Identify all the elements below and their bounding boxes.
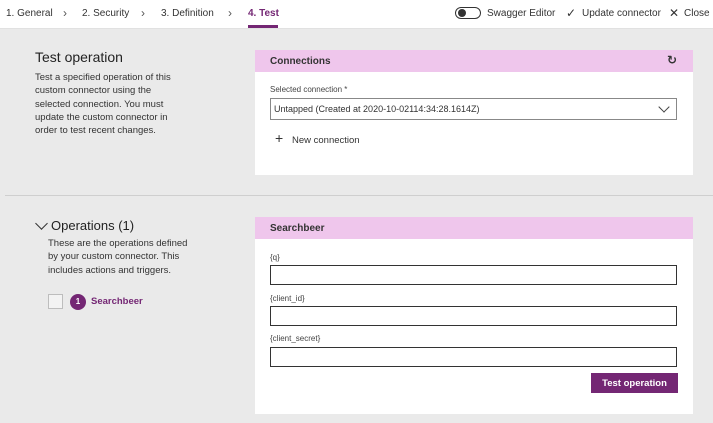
active-step-indicator xyxy=(248,25,278,28)
swagger-editor-toggle[interactable] xyxy=(455,7,481,19)
checkmark-icon: ✓ xyxy=(566,6,577,20)
connections-header: Connections ↻ xyxy=(255,50,693,72)
new-connection-button[interactable]: New connection xyxy=(292,135,360,146)
operation-searchbeer[interactable]: Searchbeer xyxy=(91,296,143,307)
field-label-q: {q} xyxy=(270,253,280,262)
selected-connection-dropdown[interactable]: Untapped (Created at 2020-10-02114:34:28… xyxy=(270,98,677,120)
step-definition[interactable]: 3. Definition xyxy=(161,8,214,19)
selected-connection-label: Selected connection * xyxy=(270,85,348,94)
operation-form-card: Searchbeer {q} {client_id} {client_secre… xyxy=(255,217,693,414)
operation-form-title: Searchbeer xyxy=(270,223,325,234)
test-operation-title: Test operation xyxy=(35,49,123,65)
client-id-input[interactable] xyxy=(270,306,677,326)
chevron-down-icon[interactable] xyxy=(35,217,48,230)
chevron-right-icon: › xyxy=(141,6,145,20)
selected-connection-value: Untapped (Created at 2020-10-02114:34:28… xyxy=(274,104,480,114)
operation-form-header: Searchbeer xyxy=(255,217,693,239)
connections-card: Connections ↻ Selected connection * Unta… xyxy=(255,50,693,175)
chevron-down-icon xyxy=(658,101,670,113)
plus-icon: + xyxy=(275,130,284,146)
main-content: Test operation Test a specified operatio… xyxy=(0,29,713,423)
toggle-knob xyxy=(458,9,466,17)
q-input[interactable] xyxy=(270,265,677,285)
test-operation-description: Test a specified operation of this custo… xyxy=(35,72,171,137)
close-icon: ✕ xyxy=(669,6,680,20)
section-divider xyxy=(5,195,713,196)
connections-title: Connections xyxy=(270,56,331,67)
client-secret-input[interactable] xyxy=(270,347,677,367)
operations-title[interactable]: Operations (1) xyxy=(51,218,134,233)
field-label-client-secret: {client_secret} xyxy=(270,334,321,343)
operation-checkbox[interactable] xyxy=(48,294,63,309)
chevron-right-icon: › xyxy=(228,6,232,20)
operation-number-badge: 1 xyxy=(70,294,86,310)
test-operation-button[interactable]: Test operation xyxy=(591,373,678,393)
wizard-top-bar: 1. General › 2. Security › 3. Definition… xyxy=(0,0,713,29)
operations-description: These are the operations defined by your… xyxy=(48,238,188,276)
step-test[interactable]: 4. Test xyxy=(248,8,279,19)
refresh-icon[interactable]: ↻ xyxy=(667,53,677,67)
field-label-client-id: {client_id} xyxy=(270,294,305,303)
swagger-editor-label: Swagger Editor xyxy=(487,8,556,19)
update-connector-button[interactable]: Update connector xyxy=(582,8,661,19)
chevron-right-icon: › xyxy=(63,6,67,20)
close-button[interactable]: Close xyxy=(684,8,710,19)
step-general[interactable]: 1. General xyxy=(6,8,53,19)
step-security[interactable]: 2. Security xyxy=(82,8,129,19)
